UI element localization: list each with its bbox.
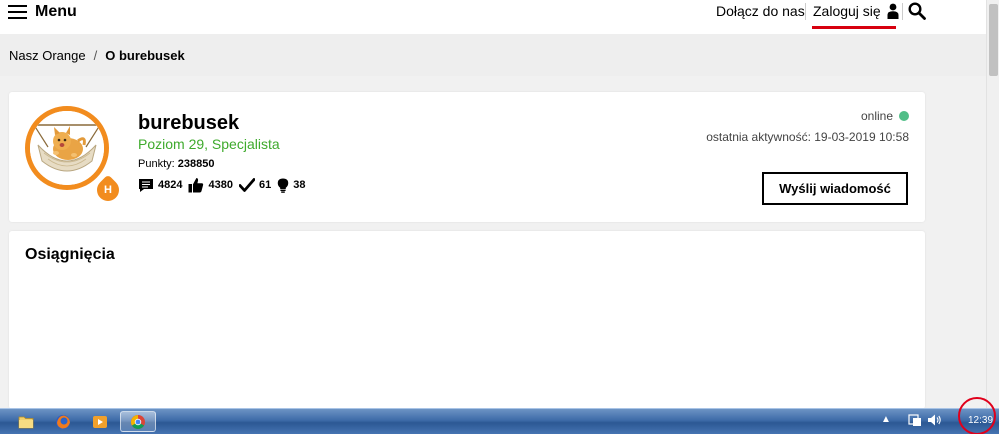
hamburger-icon xyxy=(8,5,27,19)
clock-highlight-circle xyxy=(958,397,996,434)
likes-stat: 4380 xyxy=(188,177,233,193)
breadcrumb-bar: Nasz Orange / O burebusek xyxy=(0,34,999,76)
page-scrollbar[interactable] xyxy=(986,0,999,408)
search-icon[interactable] xyxy=(908,2,926,20)
breadcrumb-separator: / xyxy=(93,48,98,63)
ideas-count: 38 xyxy=(293,179,306,191)
online-status: online xyxy=(861,109,909,123)
nav-divider xyxy=(902,3,903,20)
status-dot xyxy=(899,111,909,121)
user-level: Poziom 29, Specjalista xyxy=(138,136,280,152)
avatar[interactable] xyxy=(25,106,109,190)
messages-count: 4824 xyxy=(158,179,183,191)
kitten-hammock-image xyxy=(30,111,104,185)
send-message-button[interactable]: Wyślij wiadomość xyxy=(762,172,908,205)
menu-label: Menu xyxy=(35,3,77,20)
user-icon xyxy=(887,3,899,19)
breadcrumb: Nasz Orange / O burebusek xyxy=(9,48,185,63)
achievements-card: Osiągnięcia xyxy=(9,231,925,409)
join-link[interactable]: Dołącz do nas xyxy=(716,3,805,19)
solutions-count: 61 xyxy=(258,179,272,191)
achievements-title: Osiągnięcia xyxy=(25,246,115,263)
chrome-icon xyxy=(131,414,145,429)
points: Punkty: 238850 xyxy=(138,158,214,170)
user-stats: 4824 4380 61 38 xyxy=(138,177,311,193)
login-underline xyxy=(812,26,896,29)
windows-taskbar: ▲ 12:39 xyxy=(0,408,999,434)
folder-icon xyxy=(18,416,34,428)
media-player-icon xyxy=(93,415,107,428)
login-label: Zaloguj się xyxy=(813,3,881,19)
menu-button[interactable]: Menu xyxy=(8,2,77,22)
volume-icon[interactable] xyxy=(927,413,942,427)
lightbulb-icon xyxy=(278,178,289,193)
thumbs-up-icon xyxy=(188,178,204,193)
status-label: online xyxy=(860,109,893,123)
username: burebusek xyxy=(138,112,240,134)
breadcrumb-parent-link[interactable]: Nasz Orange xyxy=(9,48,86,63)
show-hidden-icons-button[interactable]: ▲ xyxy=(881,414,891,425)
taskbar-explorer-button[interactable] xyxy=(8,411,44,432)
profile-card: H burebusek Poziom 29, Specjalista Punkt… xyxy=(9,92,925,222)
login-link[interactable]: Zaloguj się xyxy=(813,3,899,19)
taskbar-firefox-button[interactable] xyxy=(45,411,81,432)
checkmark-icon xyxy=(238,178,255,192)
points-label: Punkty: xyxy=(138,158,175,170)
chat-bubble-icon xyxy=(139,178,153,192)
last-activity: ostatnia aktywność: 19-03-2019 10:58 xyxy=(706,130,909,144)
solutions-stat: 61 xyxy=(238,178,272,192)
nav-divider xyxy=(805,3,806,20)
taskbar-media-player-button[interactable] xyxy=(82,411,118,432)
top-navigation: Menu Dołącz do nas Zaloguj się xyxy=(0,0,999,34)
action-center-flag-icon[interactable] xyxy=(908,413,922,427)
likes-count: 4380 xyxy=(208,179,233,191)
messages-stat: 4824 xyxy=(138,178,182,193)
breadcrumb-current: O burebusek xyxy=(105,48,185,63)
firefox-icon xyxy=(56,414,70,429)
points-value: 238850 xyxy=(177,158,215,170)
taskbar-chrome-button[interactable] xyxy=(120,411,156,432)
scrollbar-thumb[interactable] xyxy=(989,4,998,76)
ideas-stat: 38 xyxy=(277,178,305,193)
